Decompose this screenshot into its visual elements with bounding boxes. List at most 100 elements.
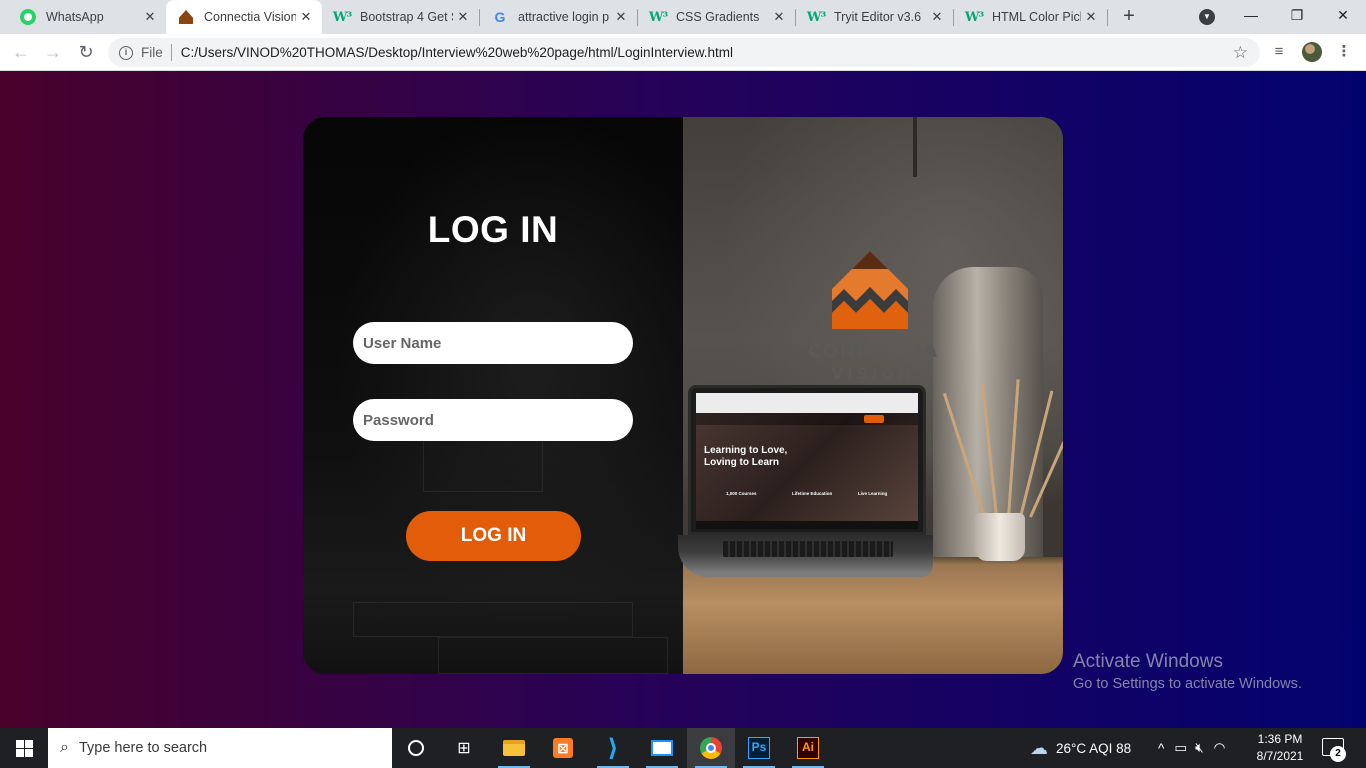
system-tray: ^ ▭ 🔇︎ ◠ <box>1158 728 1225 768</box>
activate-windows-watermark: Activate Windows Go to Settings to activ… <box>1073 651 1302 692</box>
login-card: LOG IN LOG IN <box>303 117 1063 674</box>
tab-whatsapp[interactable]: WhatsApp ✕ <box>8 0 166 34</box>
tab-label: attractive login p <box>518 10 610 24</box>
task-view-icon: ⊞ <box>457 740 471 757</box>
menu-kebab-icon[interactable]: ⋮ <box>1334 42 1354 62</box>
close-tab-icon[interactable]: ✕ <box>296 9 316 25</box>
page-background: LOG IN LOG IN <box>0 71 1366 728</box>
restore-button[interactable]: ❐ <box>1274 0 1320 30</box>
close-tab-icon[interactable]: ✕ <box>453 9 473 25</box>
tab-html-color-picker[interactable]: W³ HTML Color Picke ✕ <box>954 0 1107 34</box>
wall-hook <box>913 117 917 177</box>
tab-label: Bootstrap 4 Get S <box>360 10 453 24</box>
info-icon[interactable]: i <box>119 45 133 60</box>
xampp-button[interactable]: ⊠ <box>539 728 587 768</box>
battery-icon[interactable]: ▭ <box>1174 740 1187 756</box>
photoshop-icon: Ps <box>748 737 770 759</box>
taskbar-clock[interactable]: 1:36 PM 8/7/2021 <box>1250 731 1310 765</box>
screen-headline-line: Learning to Love, <box>704 445 788 456</box>
cortana-button[interactable] <box>392 728 440 768</box>
close-window-button[interactable]: ✕ <box>1320 0 1366 30</box>
laptop-screen: Learning to Love, Loving to Learn 1,000 … <box>688 385 926 535</box>
bookmark-star-icon[interactable]: ☆ <box>1233 43 1248 63</box>
tab-label: Connectia Vision <box>204 10 296 24</box>
tab-bootstrap[interactable]: W³ Bootstrap 4 Get S ✕ <box>322 0 479 34</box>
vscode-icon: ⟩ <box>607 734 619 762</box>
background-shape <box>423 437 543 492</box>
weather-widget[interactable]: ☁ 26°C AQI 88 <box>1030 728 1131 768</box>
connectia-favicon-icon <box>178 9 194 25</box>
username-input[interactable] <box>353 322 633 364</box>
taskbar-search-box[interactable]: ⌕ Type here to search <box>48 728 392 768</box>
cortana-icon <box>408 740 424 756</box>
close-tab-icon[interactable]: ✕ <box>1081 9 1101 25</box>
brush-cup <box>975 513 1025 561</box>
tab-search-icon[interactable]: ▼ <box>1199 9 1215 25</box>
tab-css-gradients[interactable]: W³ CSS Gradients ✕ <box>638 0 795 34</box>
xampp-icon: ⊠ <box>553 738 573 758</box>
close-tab-icon[interactable]: ✕ <box>927 9 947 25</box>
address-bar[interactable]: i File C:/Users/VINOD%20THOMAS/Desktop/I… <box>108 38 1260 67</box>
weather-cloud-icon: ☁ <box>1030 737 1048 758</box>
close-tab-icon[interactable]: ✕ <box>769 9 789 25</box>
whiteboard-button[interactable] <box>638 728 686 768</box>
url-text[interactable]: C:/Users/VINOD%20THOMAS/Desktop/Intervie… <box>181 45 1233 60</box>
speaker-muted-icon[interactable]: 🔇︎ <box>1195 740 1204 756</box>
connectia-logo: CONNECTIA VISION <box>808 249 958 389</box>
forward-arrow-icon[interactable]: → <box>41 40 65 64</box>
new-tab-button[interactable]: + <box>1118 6 1140 28</box>
tab-separator <box>1107 9 1108 26</box>
google-icon: G <box>494 9 506 25</box>
minimize-button[interactable]: — <box>1228 0 1274 30</box>
profile-avatar[interactable] <box>1302 42 1322 62</box>
tab-tryit-editor[interactable]: W³ Tryit Editor v3.6 ✕ <box>796 0 953 34</box>
tab-label: CSS Gradients <box>676 10 760 24</box>
login-panel: LOG IN LOG IN <box>303 117 683 674</box>
task-view-button[interactable]: ⊞ <box>440 728 488 768</box>
password-input[interactable] <box>353 399 633 441</box>
chevron-up-icon[interactable]: ^ <box>1158 741 1164 756</box>
photoshop-button[interactable]: Ps <box>735 728 783 768</box>
screen-headline: Learning to Love, Loving to Learn <box>704 445 787 469</box>
reading-list-icon[interactable]: ≡ <box>1269 42 1289 62</box>
scheme-label: File <box>141 45 163 60</box>
start-button[interactable] <box>0 728 48 768</box>
browser-tab-strip: WhatsApp ✕ Connectia Vision ✕ W³ Bootstr… <box>0 0 1366 34</box>
screen-feature: Lifetime Education <box>792 491 833 496</box>
screen-browser-bar <box>696 393 918 413</box>
search-icon: ⌕ <box>60 739 69 756</box>
tab-connectia-vision[interactable]: Connectia Vision ✕ <box>166 0 322 34</box>
illustrator-icon: Ai <box>797 737 819 759</box>
login-button[interactable]: LOG IN <box>406 511 581 561</box>
login-title: LOG IN <box>427 209 559 250</box>
wifi-icon[interactable]: ◠ <box>1214 740 1226 756</box>
w3schools-icon: W³ <box>332 9 352 25</box>
reload-icon[interactable]: ↻ <box>74 40 98 64</box>
chrome-icon <box>700 737 722 759</box>
w3schools-icon: W³ <box>806 9 826 25</box>
tab-label: WhatsApp <box>46 10 104 24</box>
back-arrow-icon[interactable]: ← <box>9 40 33 64</box>
watermark-title: Activate Windows <box>1073 651 1223 672</box>
wooden-table <box>683 565 1063 674</box>
brand-subname: VISION <box>831 365 915 383</box>
tab-label: Tryit Editor v3.6 <box>834 10 922 24</box>
file-explorer-button[interactable] <box>490 728 538 768</box>
background-shape <box>438 637 668 674</box>
vscode-button[interactable]: ⟩ <box>589 728 637 768</box>
screen-taskbar <box>696 521 918 529</box>
laptop-keyboard <box>723 541 893 557</box>
tab-google-search[interactable]: G attractive login p ✕ <box>480 0 637 34</box>
laptop-screen-content: Learning to Love, Loving to Learn 1,000 … <box>696 393 918 529</box>
whatsapp-icon <box>20 9 36 25</box>
folder-icon <box>503 740 525 756</box>
windows-taskbar: ⌕ Type here to search ⊞ ⊠ ⟩ Ps Ai ☁ 26°C… <box>0 728 1366 768</box>
close-tab-icon[interactable]: ✕ <box>140 9 160 25</box>
pencil-logo-icon <box>832 251 908 329</box>
chrome-button[interactable] <box>687 728 735 768</box>
w3schools-icon: W³ <box>648 9 668 25</box>
hero-image: CONNECTIA VISION Learning to Love, Lovin… <box>678 117 1063 674</box>
background-shape <box>353 602 633 637</box>
close-tab-icon[interactable]: ✕ <box>611 9 631 25</box>
illustrator-button[interactable]: Ai <box>784 728 832 768</box>
